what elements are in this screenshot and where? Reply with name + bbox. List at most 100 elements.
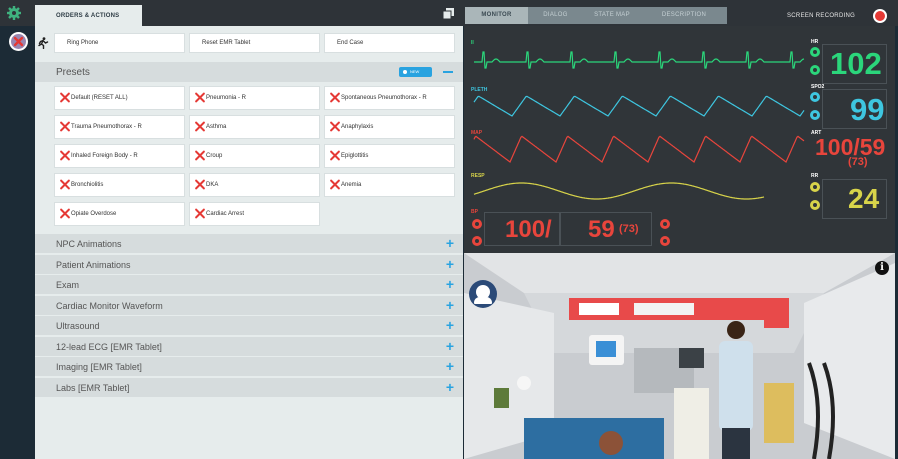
section-label: Exam xyxy=(56,280,80,290)
x-icon xyxy=(59,208,70,219)
bp-sys-down-button[interactable] xyxy=(472,236,482,246)
presets-header[interactable]: Presets NEW xyxy=(35,62,463,82)
avatar-icon[interactable] xyxy=(469,280,497,308)
bp-map-value: (73) xyxy=(619,223,639,235)
info-icon[interactable]: i xyxy=(875,261,889,275)
preset-item[interactable]: Trauma Pneumothorax - R xyxy=(54,115,185,139)
plus-icon[interactable]: + xyxy=(446,359,454,373)
spo2-up-button[interactable] xyxy=(810,92,820,102)
bp-sys-value: 100/ xyxy=(505,216,552,243)
section-header[interactable]: Imaging [EMR Tablet] + xyxy=(35,357,463,376)
preset-label: Default (RESET ALL) xyxy=(71,95,128,101)
preset-item[interactable]: Default (RESET ALL) xyxy=(54,86,185,110)
tab-monitor[interactable]: MONITOR xyxy=(465,7,528,24)
section-header[interactable]: Exam + xyxy=(35,275,463,294)
plus-icon[interactable]: + xyxy=(446,380,454,394)
preset-label: Asthma xyxy=(206,124,227,130)
preset-label: Spontaneous Pneumothorax - R xyxy=(341,95,427,101)
copy-icon[interactable] xyxy=(443,8,454,19)
close-icon[interactable] xyxy=(9,32,28,51)
hr-up-button[interactable] xyxy=(810,47,820,57)
section-label: 12-lead ECG [EMR Tablet] xyxy=(56,342,162,352)
presets-title: Presets xyxy=(56,67,90,78)
top-bar: ORDERS & ACTIONS MONITOR DIALOG STATE MA… xyxy=(0,0,898,26)
plus-icon[interactable]: + xyxy=(446,236,454,250)
preset-item[interactable]: Bronchiolitis xyxy=(54,173,185,197)
patient-monitor: II PLETH MAP RESP BP HR 102 SPO2 99 ART … xyxy=(464,26,895,253)
pleth-label: PLETH xyxy=(471,87,488,93)
preset-item[interactable]: Croup xyxy=(189,144,320,168)
new-preset-button[interactable]: NEW xyxy=(399,67,432,77)
map-label: MAP xyxy=(471,130,483,136)
plus-icon[interactable]: + xyxy=(446,257,454,271)
x-icon xyxy=(194,208,205,219)
art-waveform xyxy=(473,135,805,163)
x-icon xyxy=(59,179,70,190)
record-icon[interactable] xyxy=(873,9,887,23)
plus-icon[interactable]: + xyxy=(446,339,454,353)
preset-label: Opiate Overdose xyxy=(71,211,117,217)
section-header[interactable]: Ultrasound + xyxy=(35,316,463,335)
ring-phone-button[interactable]: Ring Phone xyxy=(54,33,185,53)
section-label: Patient Animations xyxy=(56,260,131,270)
plus-icon[interactable]: + xyxy=(446,318,454,332)
preset-item[interactable]: Pneumonia - R xyxy=(189,86,320,110)
preset-label: Anemia xyxy=(341,182,362,188)
spo2-down-button[interactable] xyxy=(810,110,820,120)
tab-description[interactable]: DESCRIPTION xyxy=(641,7,727,24)
preset-item[interactable]: Anaphylaxis xyxy=(324,115,455,139)
x-icon xyxy=(329,179,340,190)
minus-icon[interactable] xyxy=(443,71,453,73)
gear-icon[interactable] xyxy=(6,5,22,21)
preset-item[interactable]: Anemia xyxy=(324,173,455,197)
x-icon xyxy=(59,150,70,161)
section-header[interactable]: NPC Animations + xyxy=(35,234,463,253)
x-icon xyxy=(329,121,340,132)
x-icon xyxy=(194,179,205,190)
x-icon xyxy=(194,121,205,132)
rr-up-button[interactable] xyxy=(810,182,820,192)
preset-item[interactable]: Asthma xyxy=(189,115,320,139)
section-header[interactable]: Cardiac Monitor Waveform + xyxy=(35,296,463,315)
section-header[interactable]: Labs [EMR Tablet] + xyxy=(35,378,463,397)
plus-icon[interactable]: + xyxy=(446,298,454,312)
x-icon xyxy=(329,92,340,103)
section-label: Labs [EMR Tablet] xyxy=(56,383,130,393)
bp-dia-up-button[interactable] xyxy=(660,219,670,229)
ecg-waveform xyxy=(474,51,805,69)
x-icon xyxy=(194,150,205,161)
resp-label: RESP xyxy=(471,173,485,179)
preset-label: Epiglottitis xyxy=(341,153,369,159)
rr-down-button[interactable] xyxy=(810,200,820,210)
rr-value: 24 xyxy=(848,183,880,214)
section-header[interactable]: 12-lead ECG [EMR Tablet] + xyxy=(35,337,463,356)
preset-item[interactable]: DKA xyxy=(189,173,320,197)
preset-label: Inhaled Foreign Body - R xyxy=(71,153,138,159)
tab-state-map[interactable]: STATE MAP xyxy=(583,7,641,24)
preset-label: DKA xyxy=(206,182,219,188)
preset-item[interactable]: Epiglottitis xyxy=(324,144,455,168)
tab-orders-actions[interactable]: ORDERS & ACTIONS xyxy=(35,5,142,26)
bp-sys-up-button[interactable] xyxy=(472,219,482,229)
section-header[interactable]: Patient Animations + xyxy=(35,255,463,274)
simulation-scene[interactable] xyxy=(464,253,895,459)
preset-label: Trauma Pneumothorax - R xyxy=(71,124,142,130)
hr-down-button[interactable] xyxy=(810,65,820,75)
section-label: NPC Animations xyxy=(56,239,122,249)
bp-label: BP xyxy=(471,209,478,215)
bp-dia-value: 59 xyxy=(588,216,615,243)
bp-dia-down-button[interactable] xyxy=(660,236,670,246)
spo2-value: 99 xyxy=(850,92,885,127)
preset-item[interactable]: Inhaled Foreign Body - R xyxy=(54,144,185,168)
preset-item[interactable]: Spontaneous Pneumothorax - R xyxy=(324,86,455,110)
x-icon xyxy=(329,150,340,161)
end-case-button[interactable]: End Case xyxy=(324,33,455,53)
reset-emr-tablet-button[interactable]: Reset EMR Tablet xyxy=(189,33,320,53)
section-label: Imaging [EMR Tablet] xyxy=(56,362,142,372)
ecg-label: II xyxy=(471,40,474,46)
preset-item[interactable]: Opiate Overdose xyxy=(54,202,185,226)
plus-icon[interactable]: + xyxy=(446,277,454,291)
preset-item[interactable]: Cardiac Arrest xyxy=(189,202,320,226)
tab-dialog[interactable]: DIALOG xyxy=(528,7,583,24)
x-icon xyxy=(194,92,205,103)
